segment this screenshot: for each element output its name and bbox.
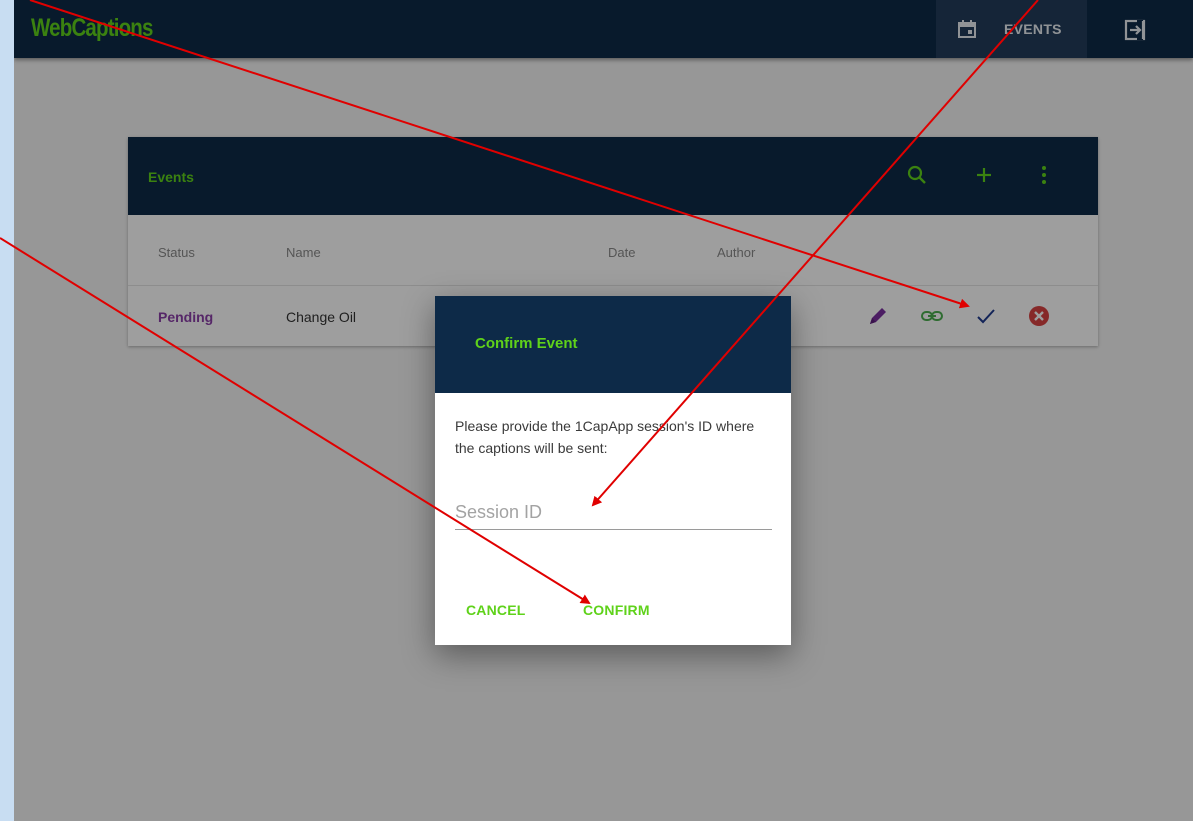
session-id-input[interactable] [455, 495, 772, 530]
dialog-message: Please provide the 1CapApp session's ID … [455, 418, 755, 456]
screenshot-canvas: WebCaptions EVENTS Events Status Name Da… [0, 0, 1193, 821]
dialog-header: Confirm Event [435, 296, 791, 393]
confirm-button[interactable]: CONFIRM [583, 602, 650, 618]
confirm-event-dialog: Confirm Event Please provide the 1CapApp… [435, 296, 791, 645]
cancel-button[interactable]: CANCEL [466, 602, 526, 618]
dialog-title: Confirm Event [475, 335, 578, 352]
app-window: WebCaptions EVENTS Events Status Name Da… [14, 0, 1193, 821]
